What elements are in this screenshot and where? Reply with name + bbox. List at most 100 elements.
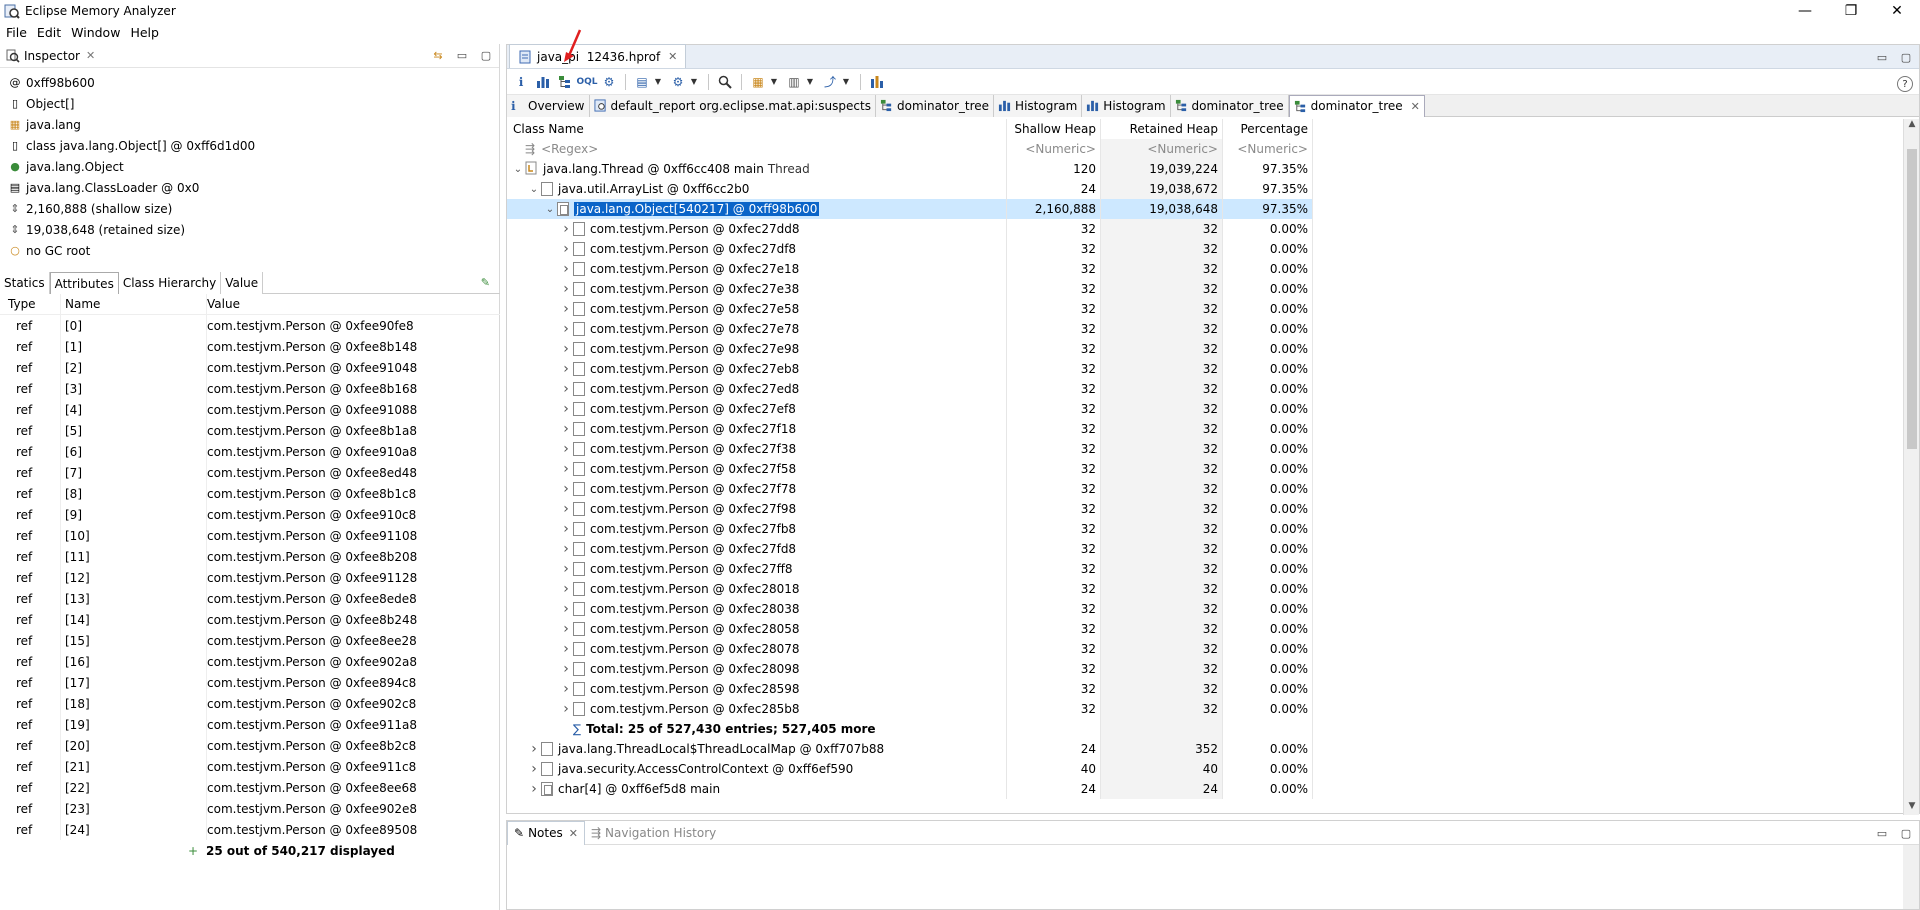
table-row[interactable]: › com.testjvm.Person @ 0xfec28598 32 32 0.00… (507, 679, 1903, 699)
histogram-icon[interactable] (533, 72, 553, 92)
tab-value[interactable]: Value (221, 272, 264, 294)
shallow-filter-input[interactable]: <Numeric> (1007, 139, 1101, 159)
chevron-down-icon[interactable]: ⌄ (511, 164, 525, 175)
maximize-view-icon[interactable]: ▢ (1899, 826, 1913, 840)
inspector-info-row[interactable]: ⇕ 19,038,648 (retained size) (0, 219, 499, 240)
chevron-right-icon[interactable]: › (559, 281, 573, 297)
chevron-right-icon[interactable]: › (559, 261, 573, 277)
chevron-right-icon[interactable]: › (559, 601, 573, 617)
chevron-right-icon[interactable]: › (559, 401, 573, 417)
menu-edit[interactable]: Edit (33, 25, 65, 40)
tab-notes[interactable]: ✎ Notes ✕ (507, 820, 585, 845)
scrollbar-thumb[interactable] (1907, 149, 1917, 449)
chevron-right-icon[interactable]: › (527, 781, 541, 797)
chevron-right-icon[interactable]: › (559, 241, 573, 257)
table-row[interactable]: › java.lang.ThreadLocal$ThreadLocalMap @ … (507, 739, 1903, 759)
column-shallow-heap[interactable]: Shallow Heap (1007, 119, 1101, 139)
search-icon[interactable] (715, 72, 735, 92)
menu-help[interactable]: Help (126, 25, 163, 40)
table-row[interactable]: › com.testjvm.Person @ 0xfec27ef8 32 32 0.00… (507, 399, 1903, 419)
vertical-scrollbar[interactable]: ▲ ▼ (1903, 119, 1919, 815)
table-row[interactable]: ⌄ java.lang.Object[540217] @ 0xff98b600 2,… (507, 199, 1903, 219)
table-row[interactable]: ref [22] com.testjvm.Person @ 0xfee8ee68 (0, 777, 500, 798)
chevron-right-icon[interactable]: › (559, 561, 573, 577)
close-icon[interactable]: ✕ (1411, 100, 1420, 113)
chevron-right-icon[interactable]: › (559, 381, 573, 397)
table-row[interactable]: ref [13] com.testjvm.Person @ 0xfee8ede8 (0, 588, 500, 609)
inspector-info-row[interactable]: ▯ class java.lang.Object[] @ 0xff6d1d00 (0, 135, 499, 156)
help-icon[interactable]: ? (1897, 76, 1913, 92)
tab-navigation-history[interactable]: ⇶ Navigation History (585, 821, 722, 845)
table-row[interactable]: ref [23] com.testjvm.Person @ 0xfee902e8 (0, 798, 500, 819)
table-row[interactable]: ref [8] com.testjvm.Person @ 0xfee8b1c8 (0, 483, 500, 504)
minimize-button[interactable]: — (1782, 0, 1828, 22)
table-row[interactable]: ref [4] com.testjvm.Person @ 0xfee91088 (0, 399, 500, 420)
attributes-footer[interactable]: + 25 out of 540,217 displayed (0, 840, 500, 861)
close-icon[interactable]: ✕ (668, 50, 677, 63)
table-row[interactable]: › char[4] @ 0xff6ef5d8 main 24 24 0.00% (507, 779, 1903, 799)
column-class-name[interactable]: Class Name (507, 119, 1007, 139)
chevron-right-icon[interactable]: › (559, 481, 573, 497)
chevron-right-icon[interactable]: › (527, 741, 541, 757)
table-row[interactable]: ∑ Total: 25 of 527,430 entries; 527,405 m… (507, 719, 1903, 739)
table-row[interactable]: › com.testjvm.Person @ 0xfec27e38 32 32 0.00… (507, 279, 1903, 299)
calculate-retained-icon[interactable]: ▥ (784, 72, 804, 92)
chevron-down-icon[interactable]: ▼ (806, 72, 814, 92)
expand-more-icon[interactable]: + (0, 844, 206, 858)
heap-dump-overview-icon[interactable]: ⚙ (599, 72, 619, 92)
table-row[interactable]: ref [15] com.testjvm.Person @ 0xfee8ee28 (0, 630, 500, 651)
chevron-right-icon[interactable]: › (559, 221, 573, 237)
chevron-right-icon[interactable]: › (559, 361, 573, 377)
table-row[interactable]: › com.testjvm.Person @ 0xfec27ed8 32 32 0.00… (507, 379, 1903, 399)
column-name[interactable]: Name (60, 294, 206, 314)
column-type[interactable]: Type (0, 297, 60, 311)
close-button[interactable]: ✕ (1874, 0, 1920, 22)
table-row[interactable]: › com.testjvm.Person @ 0xfec27e78 32 32 0.00… (507, 319, 1903, 339)
table-row[interactable]: › java.security.AccessControlContext @ 0x… (507, 759, 1903, 779)
menu-file[interactable]: File (2, 25, 31, 40)
table-row[interactable]: ref [16] com.testjvm.Person @ 0xfee902a8 (0, 651, 500, 672)
close-icon[interactable]: ✕ (86, 49, 95, 62)
query-tab[interactable]: ℹ Overview (507, 94, 590, 117)
table-row[interactable]: ref [7] com.testjvm.Person @ 0xfee8ed48 (0, 462, 500, 483)
table-row[interactable]: › com.testjvm.Person @ 0xfec285b8 32 32 0.00… (507, 699, 1903, 719)
inspector-info-row[interactable]: @0xff98b600 (0, 72, 499, 93)
chevron-right-icon[interactable]: › (559, 301, 573, 317)
table-row[interactable]: › com.testjvm.Person @ 0xfec27fd8 32 32 0.00… (507, 539, 1903, 559)
chevron-right-icon[interactable]: › (559, 341, 573, 357)
chevron-down-icon[interactable]: ▼ (842, 72, 850, 92)
chevron-right-icon[interactable]: › (559, 681, 573, 697)
chevron-right-icon[interactable]: › (559, 621, 573, 637)
chevron-right-icon[interactable]: › (559, 321, 573, 337)
tab-heap-dump[interactable]: java_pi 12436.hprof ✕ (509, 44, 687, 68)
query-tab[interactable]: default_report org.eclipse.mat.api:suspe… (589, 94, 876, 117)
inspector-info-row[interactable]: ● java.lang.Object (0, 156, 499, 177)
inspector-tab[interactable]: Inspector ✕ (0, 44, 499, 68)
maximize-view-icon[interactable]: ▢ (1899, 50, 1913, 64)
table-row[interactable]: › com.testjvm.Person @ 0xfec28078 32 32 0.00… (507, 639, 1903, 659)
notes-scrollbar[interactable] (1903, 845, 1919, 909)
chevron-right-icon[interactable]: › (559, 701, 573, 717)
chevron-down-icon[interactable]: ▼ (690, 72, 698, 92)
table-row[interactable]: › com.testjvm.Person @ 0xfec27f18 32 32 0.00… (507, 419, 1903, 439)
menu-window[interactable]: Window (67, 25, 124, 40)
table-row[interactable]: ref [0] com.testjvm.Person @ 0xfee90fe8 (0, 315, 500, 336)
table-row[interactable]: ref [18] com.testjvm.Person @ 0xfee902c8 (0, 693, 500, 714)
inspector-info-row[interactable]: ▦ java.lang (0, 114, 499, 135)
table-row[interactable]: › com.testjvm.Person @ 0xfec27fb8 32 32 0.00… (507, 519, 1903, 539)
column-retained-heap[interactable]: Retained Heap (1101, 119, 1223, 139)
table-row[interactable]: › com.testjvm.Person @ 0xfec27e98 32 32 0.00… (507, 339, 1903, 359)
scroll-down-icon[interactable]: ▼ (1904, 801, 1920, 815)
table-row[interactable]: › com.testjvm.Person @ 0xfec28038 32 32 0.00… (507, 599, 1903, 619)
chevron-right-icon[interactable]: › (559, 461, 573, 477)
inspector-info-row[interactable]: ⇕ 2,160,888 (shallow size) (0, 198, 499, 219)
table-row[interactable]: ⌄ java.util.ArrayList @ 0xff6cc2b0 24 19,03… (507, 179, 1903, 199)
table-row[interactable]: ref [20] com.testjvm.Person @ 0xfee8b2c8 (0, 735, 500, 756)
inspector-info-row[interactable]: ○ no GC root (0, 240, 499, 261)
pin-icon[interactable]: ✎ (481, 276, 490, 289)
tab-statics[interactable]: Statics (0, 272, 50, 294)
table-row[interactable]: › com.testjvm.Person @ 0xfec27ff8 32 32 0.00… (507, 559, 1903, 579)
table-row[interactable]: › com.testjvm.Person @ 0xfec27f58 32 32 0.00… (507, 459, 1903, 479)
table-row[interactable]: › com.testjvm.Person @ 0xfec27eb8 32 32 0.00… (507, 359, 1903, 379)
table-row[interactable]: › com.testjvm.Person @ 0xfec27f78 32 32 0.00… (507, 479, 1903, 499)
